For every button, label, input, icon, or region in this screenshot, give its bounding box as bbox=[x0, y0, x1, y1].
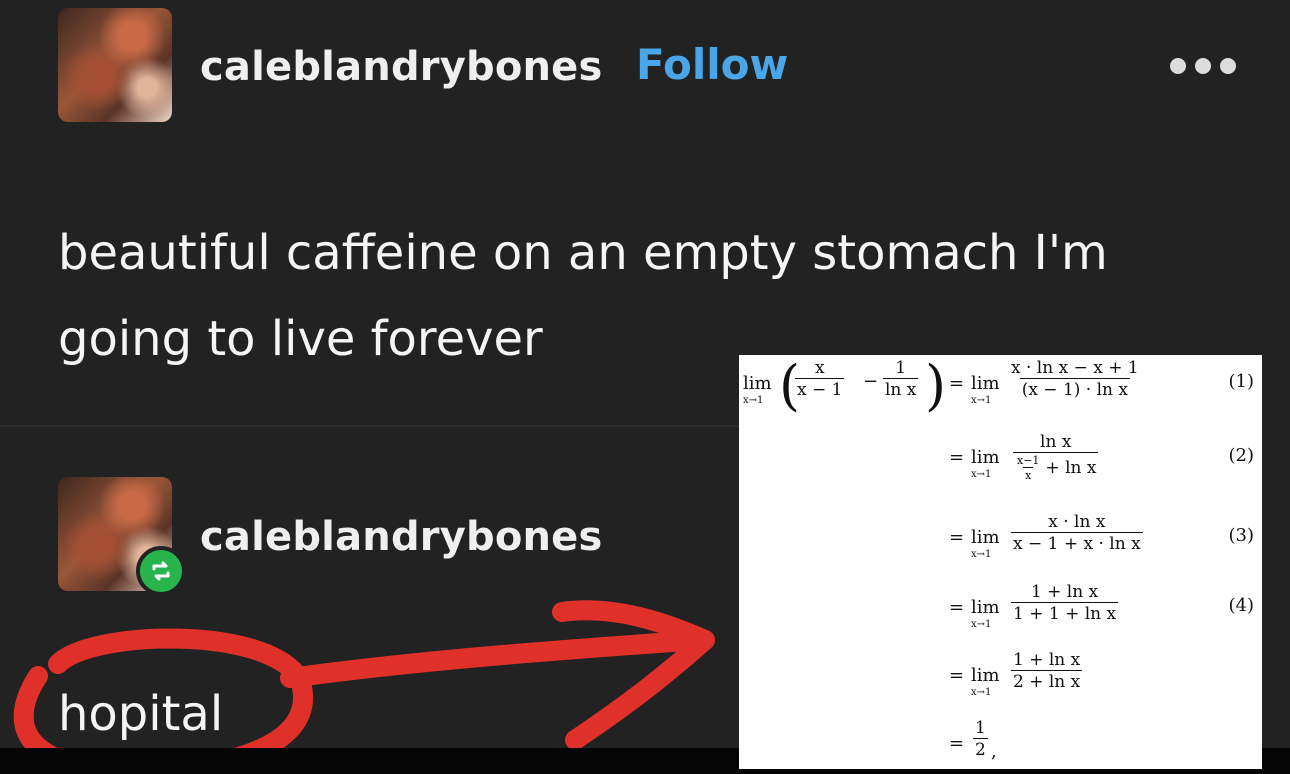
equation-number: (4) bbox=[1228, 595, 1255, 616]
minus-sign: − bbox=[863, 371, 879, 392]
numerator: x · ln x bbox=[1048, 512, 1106, 532]
lim-subscript: x→1 bbox=[743, 395, 764, 406]
denominator: 2 + ln x bbox=[1011, 669, 1083, 692]
numerator: 1 bbox=[975, 718, 986, 738]
equals-sign: = bbox=[949, 665, 965, 686]
lim-subscript: x→1 bbox=[971, 619, 992, 630]
lim-subscript: x→1 bbox=[971, 687, 992, 698]
denominator: 1 + 1 + ln x bbox=[1011, 601, 1119, 624]
equals-sign: = bbox=[949, 597, 965, 618]
fraction: x−1 x bbox=[1015, 453, 1041, 482]
equation-row: = lim x→1 ln x x−1 x + ln x (2) bbox=[739, 429, 1262, 485]
lim-text: lim bbox=[971, 447, 1000, 468]
denominator: (x − 1) · ln x bbox=[1019, 377, 1130, 400]
denominator: 2 bbox=[973, 737, 988, 760]
numerator: 1 + ln x bbox=[1013, 650, 1081, 670]
equation-row: lim x→1 ( x x − 1 − 1 ln x ) = lim x→1 x… bbox=[739, 354, 1262, 417]
equation-number: (1) bbox=[1228, 371, 1255, 392]
lim-subscript: x→1 bbox=[971, 549, 992, 560]
comma: , bbox=[991, 741, 997, 762]
denominator: x − 1 + x · ln x bbox=[1011, 531, 1143, 554]
fraction: ln x x−1 x + ln x bbox=[1013, 432, 1099, 482]
numerator: 1 bbox=[895, 358, 907, 378]
equals-sign: = bbox=[949, 733, 965, 754]
denominator: x−1 x + ln x bbox=[1013, 451, 1099, 482]
fraction: 1 + ln x 2 + ln x bbox=[1011, 650, 1083, 692]
fraction: 1 2 bbox=[973, 719, 988, 759]
numerator: ln x bbox=[1040, 432, 1072, 452]
annotation-arrow-shaft bbox=[280, 630, 710, 688]
lim-text: lim bbox=[971, 527, 1000, 548]
fraction: x · ln x − x + 1 (x − 1) · ln x bbox=[1009, 359, 1141, 399]
numerator: x bbox=[814, 358, 825, 378]
right-paren: ) bbox=[925, 354, 947, 417]
lim-text: lim bbox=[971, 597, 1000, 618]
equation-row: = lim x→1 x · ln x x − 1 + x · ln x (3) bbox=[739, 509, 1262, 565]
equation-row: = lim x→1 1 + ln x 2 + ln x bbox=[739, 647, 1262, 703]
lim-subscript: x→1 bbox=[971, 395, 992, 406]
lim-text: lim bbox=[743, 373, 772, 394]
fraction: 1 + ln x 1 + 1 + ln x bbox=[1011, 582, 1119, 624]
denominator: x − 1 bbox=[795, 377, 845, 400]
math-image: lim x→1 ( x x − 1 − 1 ln x ) = lim x→1 x… bbox=[739, 355, 1262, 769]
denominator: x bbox=[1023, 466, 1034, 482]
lim-text: lim bbox=[971, 373, 1000, 394]
fraction: x x − 1 bbox=[795, 358, 845, 400]
lim-subscript: x→1 bbox=[971, 469, 992, 480]
lim-text: lim bbox=[971, 665, 1000, 686]
equals-sign: = bbox=[949, 527, 965, 548]
equals-sign: = bbox=[949, 373, 965, 394]
fraction: 1 ln x bbox=[883, 358, 919, 400]
equation-row: = lim x→1 1 + ln x 1 + 1 + ln x (4) bbox=[739, 579, 1262, 635]
equation-number: (2) bbox=[1228, 445, 1255, 466]
equals-sign: = bbox=[949, 447, 965, 468]
numerator: x−1 bbox=[1017, 453, 1040, 467]
denominator: ln x bbox=[883, 377, 919, 400]
numerator: 1 + ln x bbox=[1030, 582, 1099, 602]
equation-row: = 1 2 , bbox=[739, 715, 1262, 771]
equation-number: (3) bbox=[1228, 525, 1255, 546]
fraction: x · ln x x − 1 + x · ln x bbox=[1011, 513, 1143, 553]
annotation-arrow-head bbox=[552, 600, 715, 750]
denominator-tail: + ln x bbox=[1045, 457, 1097, 478]
numerator: x · ln x − x + 1 bbox=[1011, 358, 1139, 378]
